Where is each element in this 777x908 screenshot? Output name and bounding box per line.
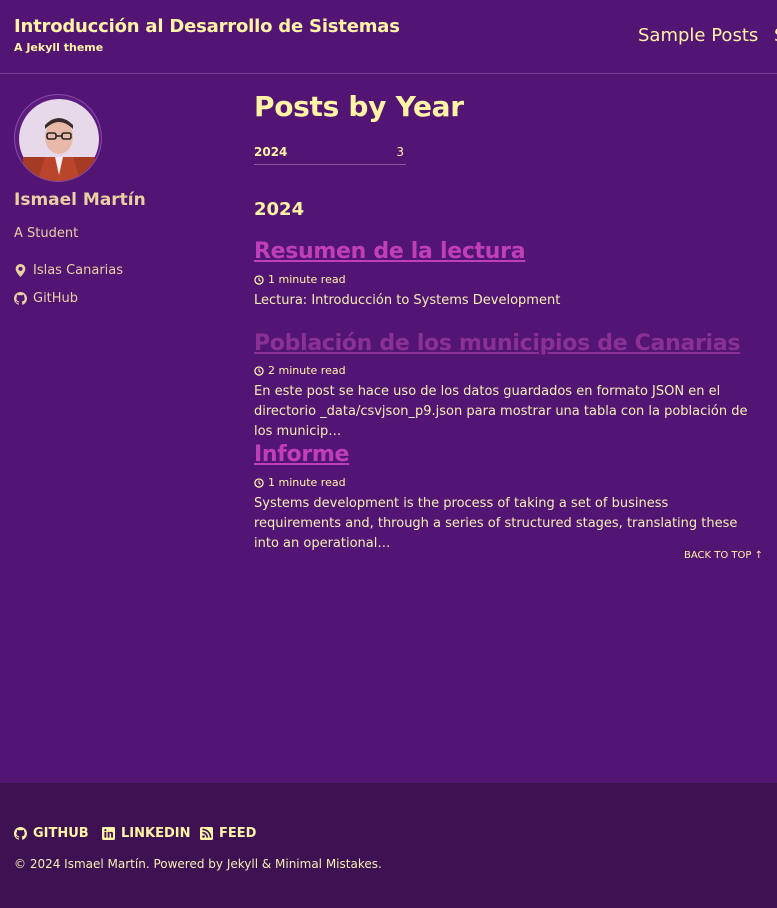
year-heading: 2024 <box>254 199 305 220</box>
post-excerpt: Lectura: Introducción to Systems Develop… <box>254 293 561 308</box>
footer-github-link[interactable]: GITHUB <box>14 826 89 841</box>
author-github-label: GitHub <box>33 291 79 306</box>
nav-link-sample-posts[interactable]: Sample Posts <box>638 25 758 46</box>
post-read-time: 1 minute read <box>254 476 346 489</box>
rss-icon <box>200 827 213 840</box>
year-tab-2024[interactable]: 2024 3 <box>254 143 406 165</box>
post-read-time-label: 2 minute read <box>268 364 346 377</box>
linkedin-icon <box>102 827 115 840</box>
post-excerpt: En este post se hace uso de los datos gu… <box>254 384 748 439</box>
avatar <box>14 94 102 182</box>
author-github-link[interactable]: GitHub <box>14 291 78 306</box>
author-name: Ismael Martín <box>14 190 146 210</box>
clock-icon <box>254 365 264 376</box>
clock-icon <box>254 274 264 285</box>
footer-feed-link[interactable]: FEED <box>200 826 256 841</box>
masthead: Introducción al Desarrollo de Sistemas A… <box>0 0 777 74</box>
clock-icon <box>254 477 264 488</box>
post-read-time: 1 minute read <box>254 273 346 286</box>
footer-linkedin-link[interactable]: LINKEDIN <box>102 826 190 841</box>
post-read-time-label: 1 minute read <box>268 273 346 286</box>
site-title[interactable]: Introducción al Desarrollo de Sistemas <box>14 16 400 37</box>
github-icon <box>14 827 27 840</box>
footer: GITHUB LINKEDIN FEED © 2024 Ismael Martí… <box>0 783 777 908</box>
author-location[interactable]: Islas Canarias <box>14 263 123 278</box>
post-read-time: 2 minute read <box>254 364 346 377</box>
year-tab-label: 2024 <box>254 145 288 159</box>
year-tab-count: 3 <box>396 145 404 159</box>
post-title-poblacion[interactable]: Población de los municipios de Canarias <box>254 331 740 356</box>
post-read-time-label: 1 minute read <box>268 476 346 489</box>
back-to-top-link[interactable]: BACK TO TOP ↑ <box>684 550 763 561</box>
avatar-image <box>19 99 99 181</box>
post-title-informe[interactable]: Informe <box>254 442 349 467</box>
footer-github-label: GITHUB <box>33 826 89 841</box>
map-marker-icon <box>15 264 26 277</box>
site-subtitle: A Jekyll theme <box>14 41 104 54</box>
author-location-label: Islas Canarias <box>33 263 124 278</box>
footer-linkedin-label: LINKEDIN <box>121 826 191 841</box>
post-title-resumen[interactable]: Resumen de la lectura <box>254 239 526 264</box>
post-excerpt: Systems development is the process of ta… <box>254 496 738 551</box>
copyright-text: © 2024 Ismael Martín. Powered by Jekyll … <box>14 857 382 871</box>
github-icon <box>14 292 27 305</box>
page-title: Posts by Year <box>254 90 464 123</box>
author-bio: A Student <box>14 226 79 241</box>
footer-feed-label: FEED <box>219 826 257 841</box>
